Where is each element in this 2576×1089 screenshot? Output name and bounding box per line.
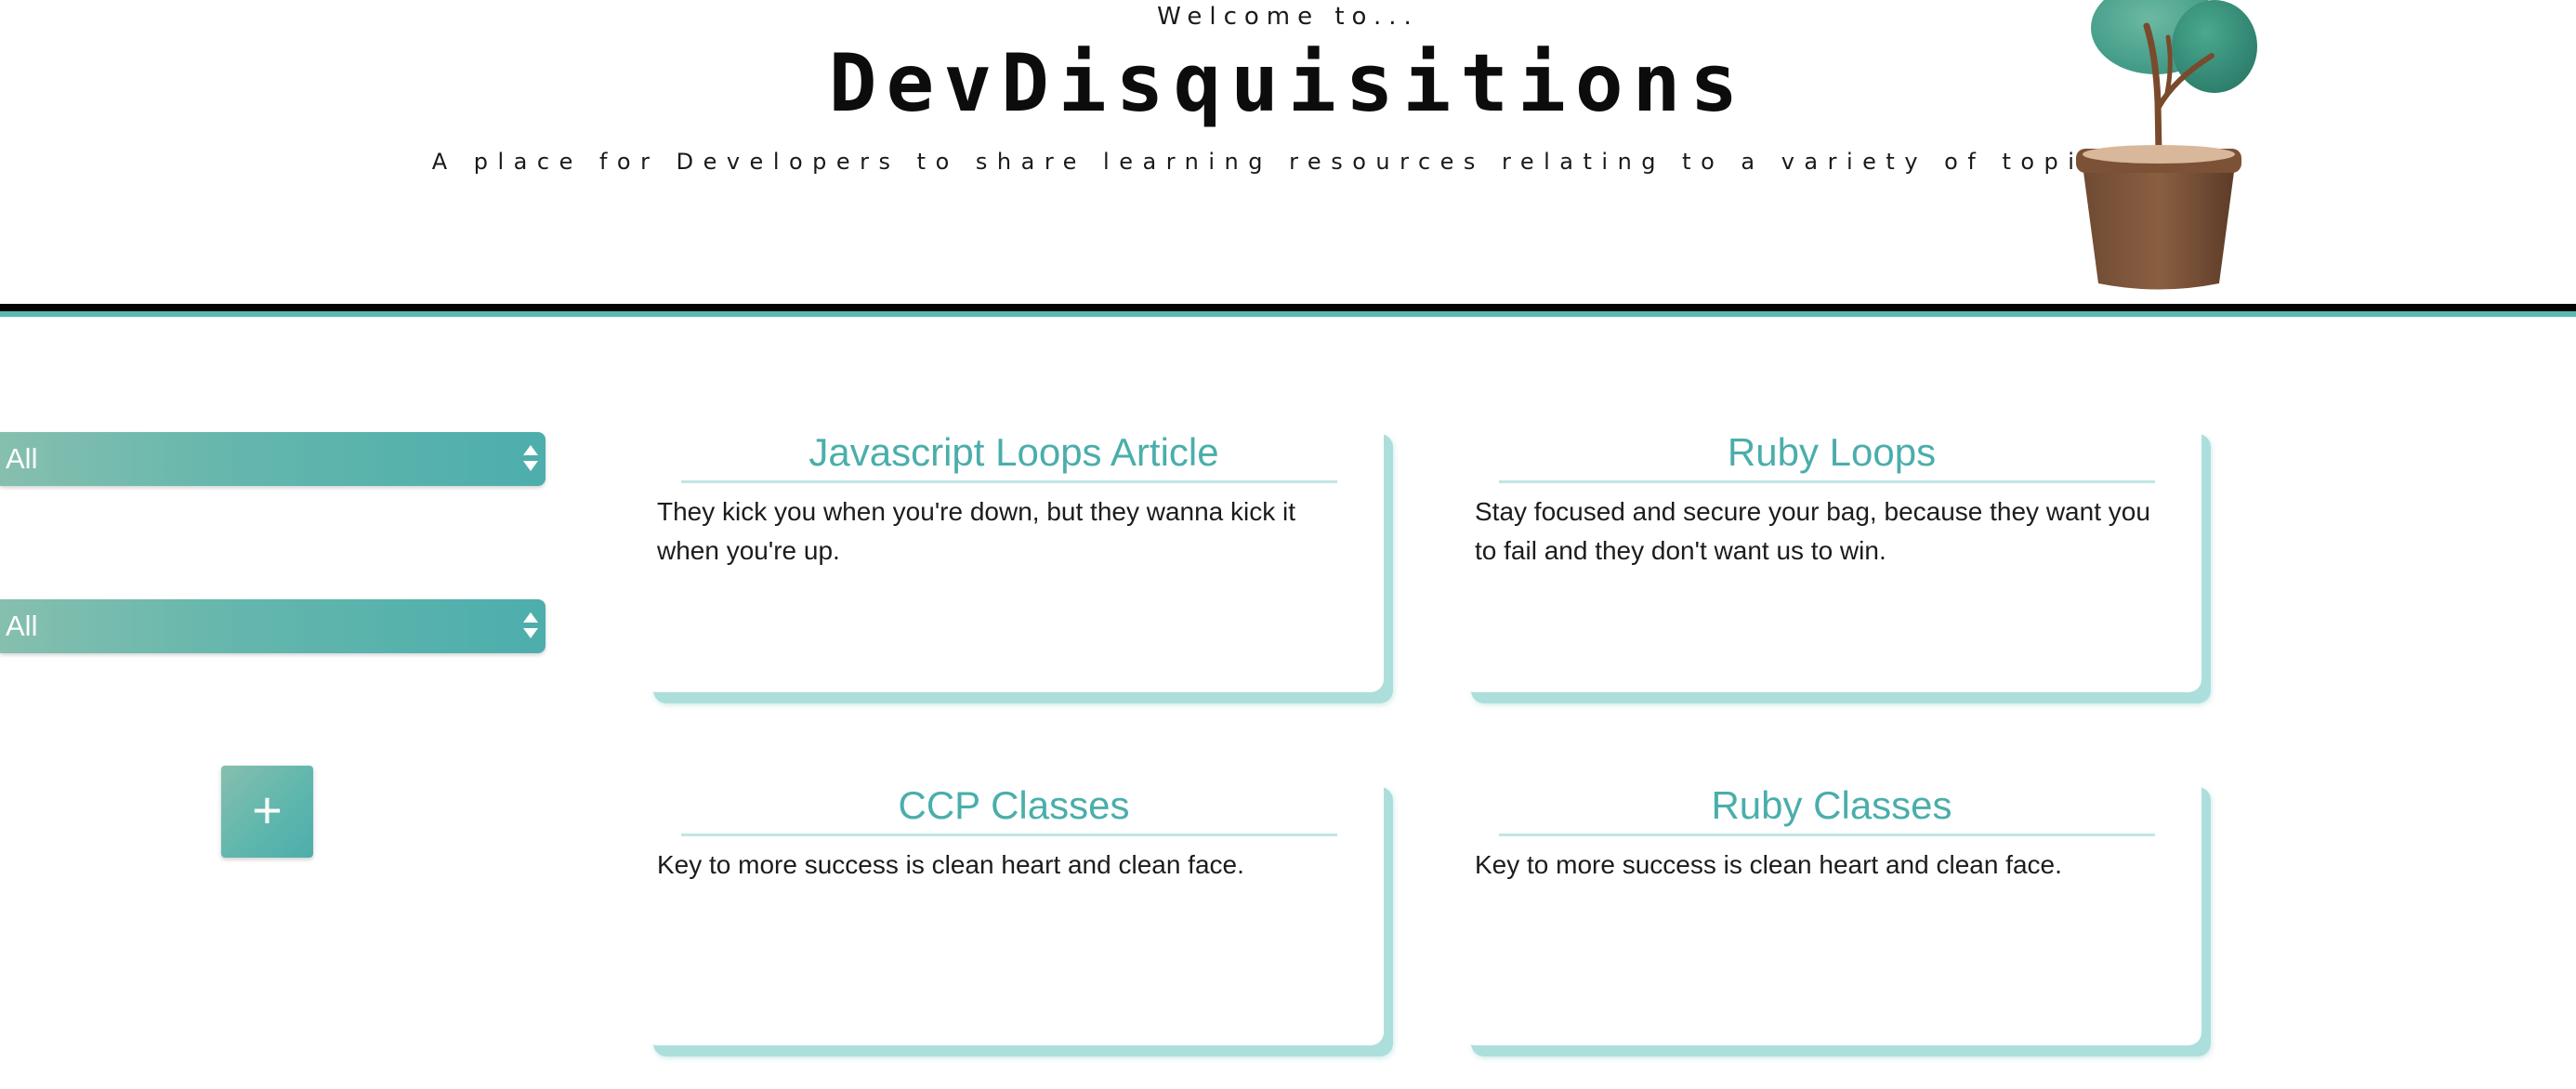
card-title[interactable]: CCP Classes bbox=[644, 776, 1384, 835]
card-title[interactable]: Ruby Loops bbox=[1462, 423, 2201, 482]
card-title-rule bbox=[1499, 833, 2155, 836]
header-accent-line bbox=[0, 311, 2576, 317]
filter-select-1[interactable]: All bbox=[0, 432, 545, 486]
card-description: They kick you when you're down, but they… bbox=[657, 497, 1296, 565]
card-title-rule bbox=[1499, 480, 2155, 483]
card-title-rule bbox=[681, 480, 1337, 483]
sort-arrows-icon bbox=[523, 612, 538, 640]
site-header: Welcome to... DevDisquisitions A place f… bbox=[0, 0, 2576, 307]
plus-icon: + bbox=[252, 781, 283, 839]
post-card[interactable]: Ruby Classes Key to more success is clea… bbox=[1462, 776, 2201, 1045]
card-description: Stay focused and secure your bag, becaus… bbox=[1475, 497, 2150, 565]
potted-plant-icon bbox=[2076, 0, 2257, 290]
header-divider bbox=[0, 304, 2576, 311]
card-description: Key to more success is clean heart and c… bbox=[657, 850, 1244, 879]
add-post-button[interactable]: + bbox=[221, 766, 313, 858]
filter-select-2-value: All bbox=[6, 610, 38, 642]
card-description: Key to more success is clean heart and c… bbox=[1475, 850, 2062, 879]
filter-select-1-value: All bbox=[6, 442, 38, 475]
filter-select-2[interactable]: All bbox=[0, 599, 545, 653]
card-title[interactable]: Ruby Classes bbox=[1462, 776, 2201, 835]
post-card[interactable]: CCP Classes Key to more success is clean… bbox=[644, 776, 1384, 1045]
post-card[interactable]: Javascript Loops Article They kick you w… bbox=[644, 423, 1384, 692]
post-card[interactable]: Ruby Loops Stay focused and secure your … bbox=[1462, 423, 2201, 692]
sort-arrows-icon bbox=[523, 445, 538, 473]
card-title-rule bbox=[681, 833, 1337, 836]
card-title[interactable]: Javascript Loops Article bbox=[644, 423, 1384, 482]
